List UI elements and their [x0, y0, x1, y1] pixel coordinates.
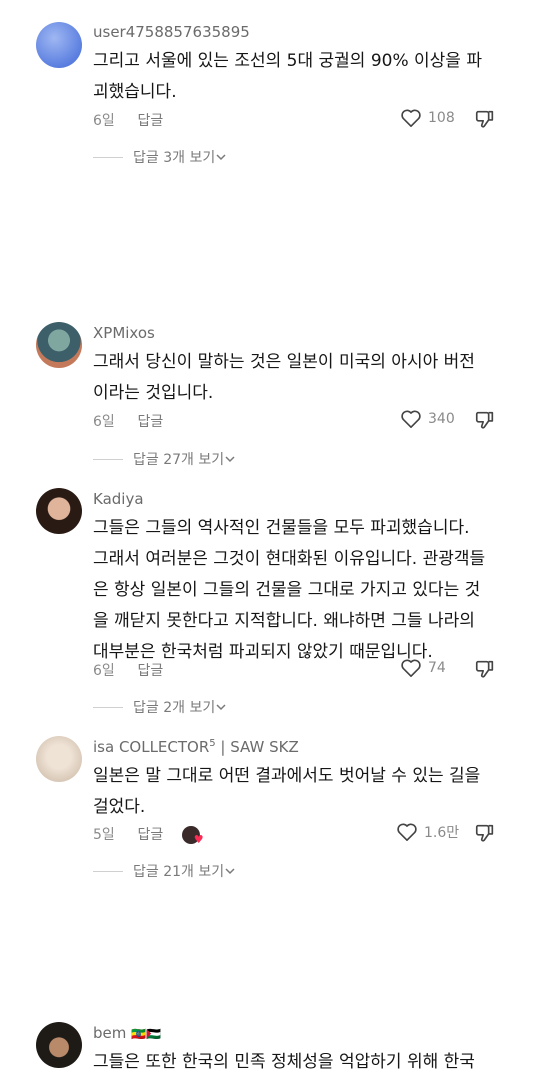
avatar[interactable] [36, 488, 82, 534]
like-count: 340 [428, 411, 455, 427]
comment-username[interactable]: Kadiya [93, 490, 144, 508]
comment-text: 그들은 또한 한국의 민족 정체성을 억압하기 위해 한국 [93, 1052, 475, 1072]
username-text: bem [93, 1024, 127, 1042]
comment-age: 5일 [93, 827, 115, 843]
comment-username[interactable]: user4758857635895 [93, 23, 250, 41]
comment-text: 그래서 당신이 말하는 것은 일본이 미국의 아시아 버전 이라는 것입니다. [93, 352, 475, 403]
comment-meta: 6일 답글 [93, 411, 163, 431]
reply-button[interactable]: 답글 [137, 113, 163, 129]
dislike-button[interactable] [474, 409, 496, 435]
view-replies-label: 답글 3개 보기 [133, 150, 216, 166]
view-replies-label: 답글 21개 보기 [133, 864, 225, 880]
username-text: isa COLLECTOR [93, 738, 210, 756]
username-suffix: | SAW SKZ [215, 738, 299, 756]
comment-meta: 6일 답글 [93, 110, 163, 130]
chevron-down-icon [216, 154, 226, 161]
heart-outline-icon [401, 109, 421, 127]
comment-username[interactable]: bem 🇪🇹🇵🇸 [93, 1024, 161, 1042]
comment-text: 일본은 말 그대로 어떤 결과에서도 벗어날 수 있는 길을 걸었다. [93, 766, 481, 817]
view-replies-button[interactable]: 답글 21개 보기 [93, 861, 236, 881]
thumbs-down-icon [475, 411, 494, 429]
like-count: 1.6만 [424, 825, 460, 841]
like-button[interactable]: 108 [400, 108, 455, 128]
divider [93, 458, 123, 460]
avatar[interactable] [36, 736, 82, 782]
view-replies-label: 답글 2개 보기 [133, 700, 216, 716]
comment-text: 그리고 서울에 있는 조선의 5대 궁궐의 90% 이상을 파 괴했습니다. [93, 51, 482, 102]
dislike-button[interactable] [474, 658, 496, 684]
comment-age: 6일 [93, 414, 115, 430]
dislike-button[interactable] [474, 822, 496, 848]
view-replies-button[interactable]: 답글 2개 보기 [93, 697, 227, 717]
heart-outline-icon [401, 410, 421, 428]
divider [93, 706, 123, 708]
like-button[interactable]: 1.6만 [396, 822, 459, 842]
dislike-button[interactable] [474, 108, 496, 134]
comment-text: 그들은 그들의 역사적인 건물들을 모두 파괴했습니다. 그래서 여러분은 그것… [93, 518, 486, 662]
comment-username[interactable]: isa COLLECTOR5 | SAW SKZ [93, 738, 299, 756]
heart-outline-icon [397, 823, 417, 841]
comment-meta: 6일 답글 [93, 660, 163, 680]
avatar[interactable] [36, 322, 82, 368]
chevron-down-icon [225, 868, 235, 875]
reply-button[interactable]: 답글 [137, 663, 163, 679]
chevron-down-icon [216, 704, 226, 711]
like-button[interactable]: 340 [400, 409, 455, 429]
view-replies-button[interactable]: 답글 3개 보기 [93, 147, 227, 167]
comment-age: 6일 [93, 663, 115, 679]
like-button[interactable]: 74 [400, 658, 446, 678]
thumbs-down-icon [475, 660, 494, 678]
chevron-down-icon [225, 456, 235, 463]
divider [93, 870, 123, 872]
heart-icon: ♥ [193, 833, 204, 846]
like-count: 108 [428, 110, 455, 126]
heart-outline-icon [401, 659, 421, 677]
avatar[interactable] [36, 22, 82, 68]
comment-username[interactable]: XPMixos [93, 324, 155, 342]
comment-age: 6일 [93, 113, 115, 129]
creator-liked-badge: ♥ [181, 826, 204, 846]
divider [93, 156, 123, 158]
view-replies-label: 답글 27개 보기 [133, 452, 225, 468]
comment-meta: 5일 답글 ♥ [93, 824, 204, 846]
view-replies-button[interactable]: 답글 27개 보기 [93, 449, 236, 469]
like-count: 74 [428, 660, 446, 676]
thumbs-down-icon [475, 824, 494, 842]
username-flags: 🇪🇹🇵🇸 [131, 1027, 162, 1041]
reply-button[interactable]: 답글 [137, 827, 163, 843]
avatar[interactable] [36, 1022, 82, 1068]
reply-button[interactable]: 답글 [137, 414, 163, 430]
thumbs-down-icon [475, 110, 494, 128]
